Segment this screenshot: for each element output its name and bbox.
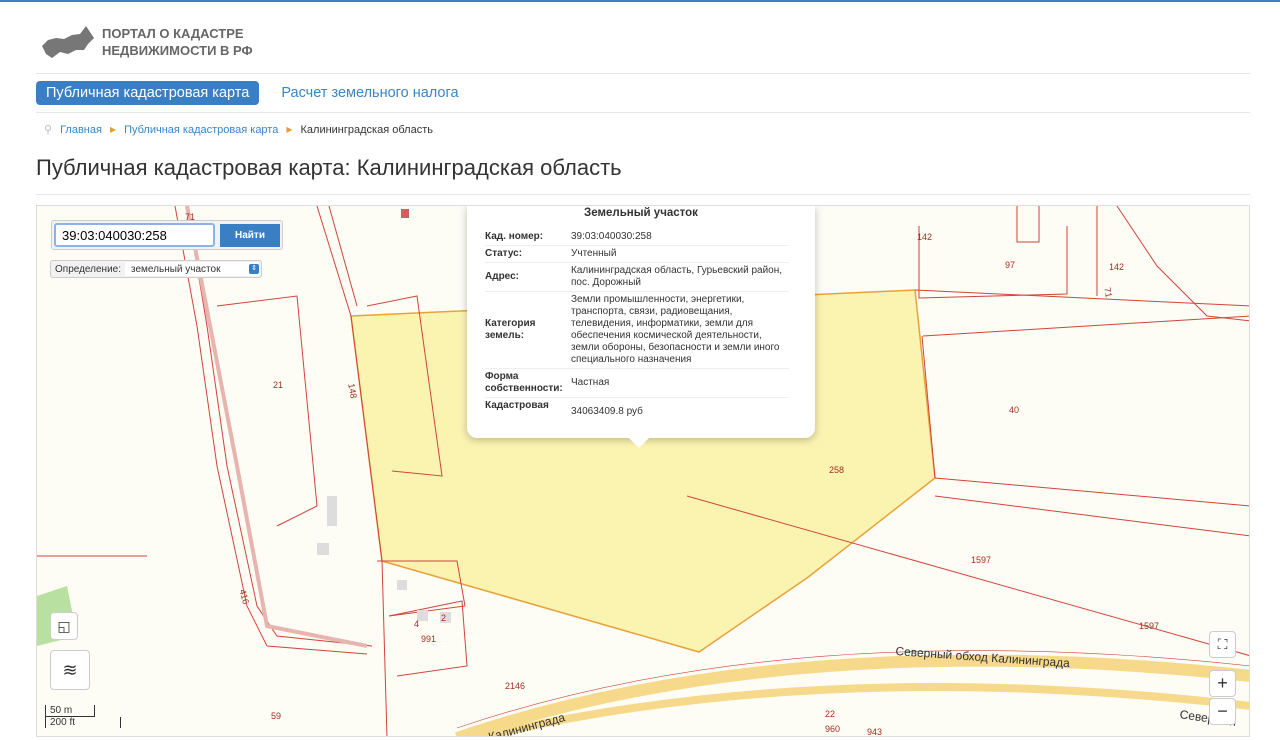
tab-cadastral-map[interactable]: Публичная кадастровая карта — [36, 81, 260, 105]
main-nav: Публичная кадастровая карта Расчет земел… — [36, 81, 469, 105]
chevron-right-icon: ▶ — [286, 125, 293, 134]
info-key: Статус: — [485, 245, 571, 263]
map-label: 4 — [414, 619, 419, 629]
info-row: Кад. номер: 39:03:040030:258 — [485, 229, 789, 246]
chevron-right-icon: ▶ — [109, 125, 117, 134]
map-label: 40 — [1009, 405, 1019, 415]
scale-bar: 50 m 200 ft — [45, 705, 121, 728]
info-value: 39:03:040030:258 — [571, 229, 789, 246]
map-label: 960 — [825, 724, 840, 734]
definition-select[interactable]: Определение: земельный участок ⇕ — [50, 260, 262, 278]
location-pin-icon: ⚲ — [44, 124, 53, 136]
page-title: Публичная кадастровая карта: Калининград… — [36, 155, 622, 180]
russia-map-icon — [42, 26, 94, 58]
zoom-out-button[interactable]: − — [1209, 698, 1236, 725]
map-label: 2 — [441, 613, 446, 623]
map-label: 416 — [238, 588, 252, 605]
info-value: Калининградская область, Гурьевский райо… — [571, 262, 789, 292]
measure-button[interactable]: ◱ — [50, 612, 78, 640]
find-button[interactable]: Найти — [220, 224, 280, 247]
map-label: 142 — [1109, 262, 1124, 272]
info-row: Форма собственности: Частная — [485, 368, 789, 398]
logo-line-2: НЕДВИЖИМОСТИ В РФ — [102, 43, 253, 58]
fullscreen-icon: ⛶ — [1217, 636, 1228, 652]
map-label: 943 — [867, 727, 882, 737]
map-label: 71 — [1102, 287, 1114, 299]
map-label: 991 — [421, 634, 436, 644]
scale-metric: 50 m — [45, 705, 95, 717]
popup-title: Земельный участок — [584, 207, 698, 219]
parcel-info-popup: Земельный участок Кад. номер: 39:03:04003… — [467, 206, 815, 448]
map-label: 22 — [825, 709, 835, 719]
scale-imperial: 200 ft — [45, 717, 121, 728]
logo[interactable]: ПОРТАЛ О КАДАСТРЕ НЕДВИЖИМОСТИ В РФ — [40, 24, 253, 60]
map-label: 142 — [917, 232, 932, 242]
info-row: Категория земель: Земли промышленности, э… — [485, 291, 789, 369]
definition-value: земельный участок — [131, 263, 221, 275]
map-label: 2146 — [505, 681, 525, 691]
info-key: Кад. номер: — [485, 229, 571, 246]
cadastral-number-input[interactable] — [54, 223, 215, 247]
layers-icon: ≋ — [62, 659, 78, 680]
info-value: Учтенный — [571, 245, 789, 263]
cadastral-map[interactable]: 142 97 142 21 148 40 258 1597 1597 416 9… — [36, 205, 1250, 737]
layers-button[interactable]: ≋ — [50, 650, 90, 690]
tab-land-tax[interactable]: Расчет земельного налога — [271, 81, 468, 105]
map-label: 1597 — [971, 555, 991, 565]
info-value: 34063409.8 руб — [571, 406, 643, 417]
ruler-icon: ◱ — [57, 617, 71, 634]
cadastral-search: Найти — [51, 220, 283, 250]
info-value: Частная — [571, 368, 789, 398]
map-label: 21 — [273, 380, 283, 390]
logo-line-1: ПОРТАЛ О КАДАСТРЕ — [102, 26, 244, 41]
info-key: Адрес: — [485, 262, 571, 292]
breadcrumb-home[interactable]: Главная — [60, 124, 102, 136]
map-label: 148 — [346, 383, 358, 400]
info-value: Земли промышленности, энергетики, трансп… — [571, 291, 789, 369]
divider — [36, 194, 1250, 195]
info-key: Категория земель: — [485, 291, 571, 369]
map-label: 59 — [271, 711, 281, 721]
info-key: Форма собственности: — [485, 368, 571, 398]
fullscreen-button[interactable]: ⛶ — [1209, 631, 1236, 658]
zoom-in-button[interactable]: + — [1209, 670, 1236, 697]
divider — [36, 73, 1250, 74]
info-row: Статус: Учтенный — [485, 245, 789, 263]
breadcrumb-map[interactable]: Публичная кадастровая карта — [124, 124, 278, 136]
info-row: Адрес: Калининградская область, Гурьевски… — [485, 262, 789, 292]
breadcrumb-current: Калининградская область — [300, 123, 433, 136]
info-row: Кадастровая 34063409.8 руб — [485, 398, 789, 421]
definition-label: Определение: — [55, 263, 122, 275]
chevron-updown-icon: ⇕ — [249, 264, 259, 274]
info-key: Кадастровая — [485, 400, 549, 411]
map-label: 258 — [829, 465, 844, 475]
divider — [36, 112, 1250, 113]
map-label: 97 — [1005, 260, 1015, 270]
map-label: 1597 — [1139, 621, 1159, 631]
breadcrumb: ⚲ Главная ▶ Публичная кадастровая карта ▶ … — [44, 123, 433, 137]
